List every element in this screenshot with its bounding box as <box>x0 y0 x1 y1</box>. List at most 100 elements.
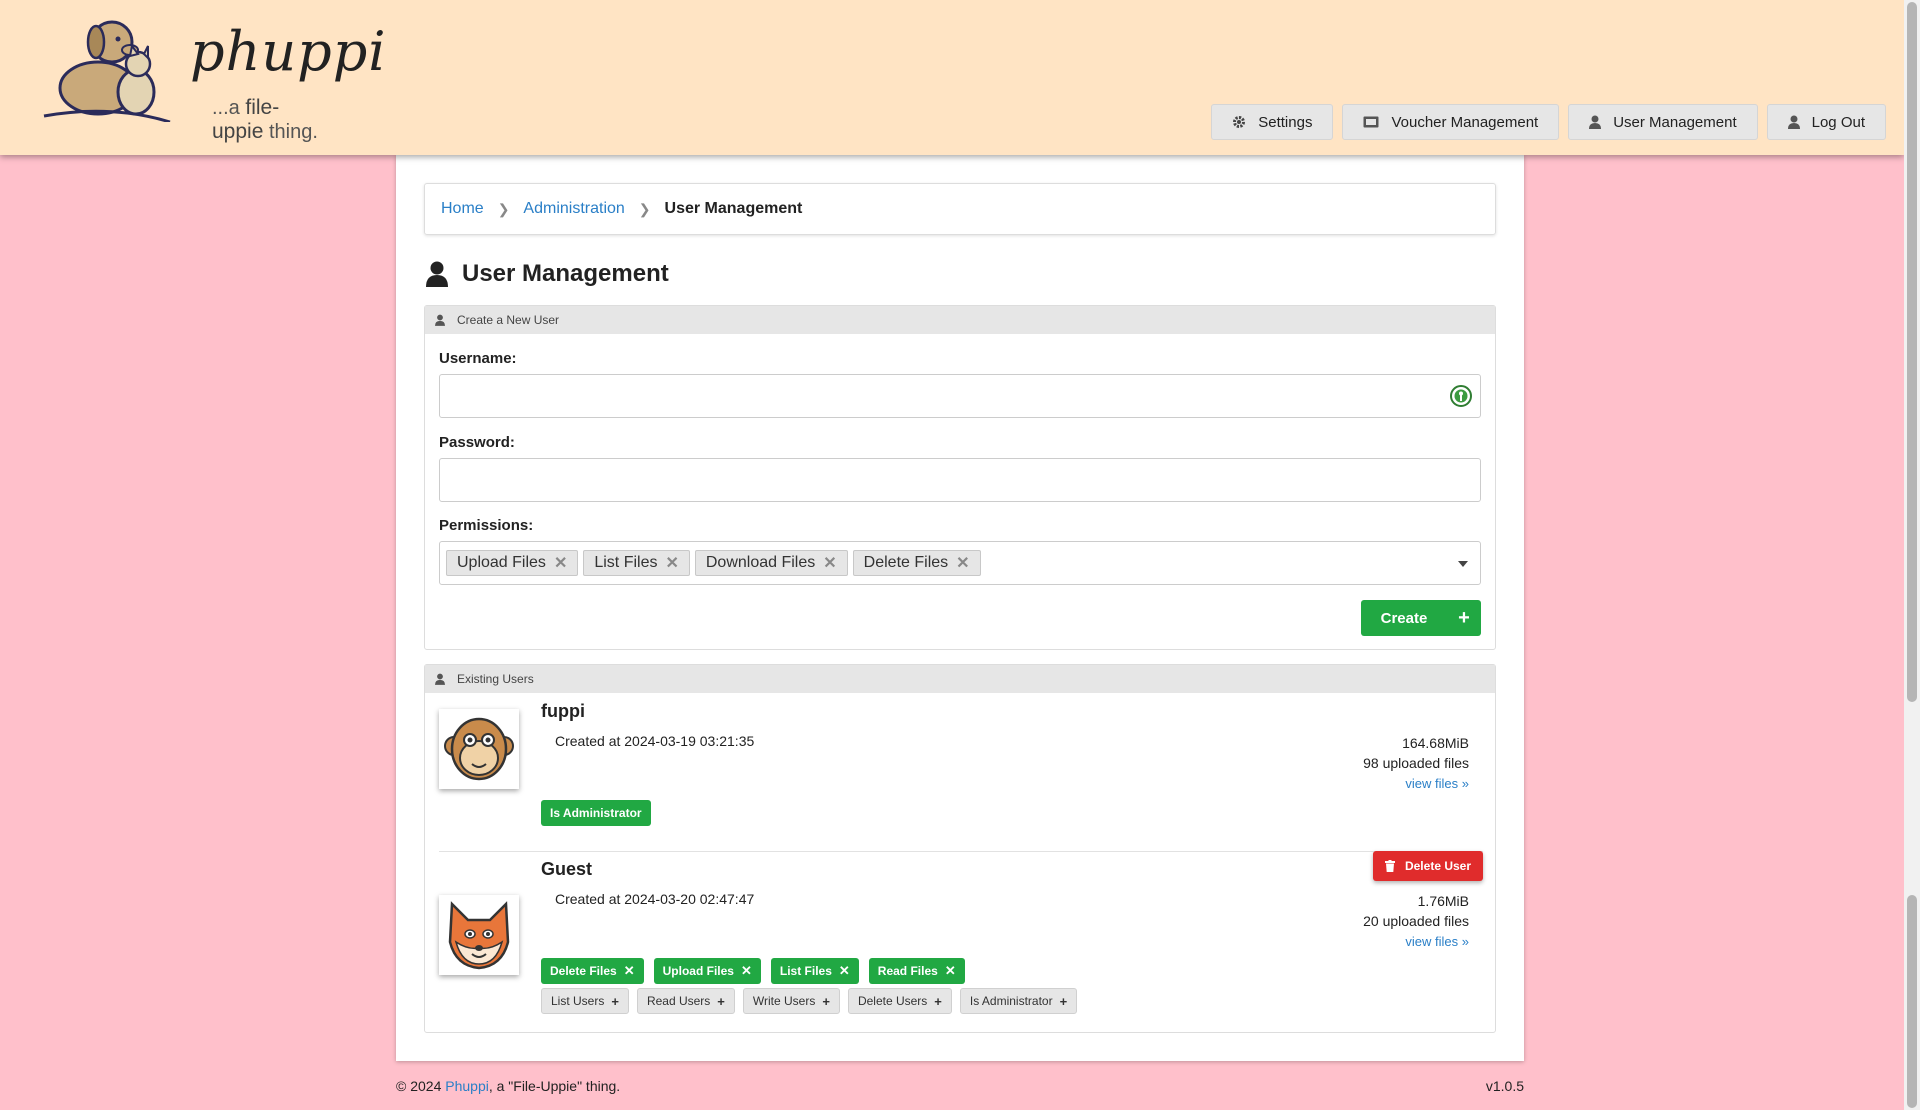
avatar <box>439 709 519 789</box>
chevron-right-icon: ❯ <box>497 200 510 217</box>
user-row: fuppi Created at 2024-03-19 03:21:35 164… <box>439 693 1483 843</box>
settings-button[interactable]: Settings <box>1211 104 1334 140</box>
user-file-count: 20 uploaded files <box>1363 913 1469 929</box>
breadcrumb-home[interactable]: Home <box>441 200 484 218</box>
permission-badge-active[interactable]: Delete Files ✕ <box>541 958 644 984</box>
gear-icon <box>1232 115 1246 129</box>
user-permissions: Is Administrator <box>541 800 651 826</box>
badge-label: Delete Files <box>550 964 617 978</box>
dog-cat-logo-icon <box>43 20 171 122</box>
breadcrumb-current: User Management <box>664 200 803 217</box>
user-row: Delete User Guest Created at 2024-03-20 … <box>439 851 1483 1026</box>
settings-label: Settings <box>1258 113 1313 131</box>
chevron-right-icon: ❯ <box>638 200 651 217</box>
remove-icon[interactable]: ✕ <box>741 963 752 979</box>
remove-icon[interactable]: ✕ <box>839 963 850 979</box>
phuppi-logo[interactable]: phuppi ...a file-uppie thing. <box>40 12 386 143</box>
delete-user-button[interactable]: Delete User <box>1373 851 1483 881</box>
user-storage-size: 164.68MiB <box>1402 735 1469 751</box>
create-user-button[interactable]: Create + <box>1361 600 1481 636</box>
top-header: phuppi ...a file-uppie thing. Settings V… <box>0 0 1904 155</box>
user-inactive-permissions: List Users + Read Users + Write Users + Del… <box>541 988 1078 1014</box>
remove-icon[interactable]: ✕ <box>665 553 678 573</box>
user-stats: 164.68MiB 98 uploaded files view files » <box>1363 733 1469 794</box>
page-scrollbar[interactable] <box>1904 0 1920 1110</box>
permission-badge-inactive[interactable]: List Users + <box>541 988 629 1014</box>
permission-badge-active[interactable]: List Files ✕ <box>770 958 859 984</box>
logout-label: Log Out <box>1811 113 1865 131</box>
user-management-button[interactable]: User Management <box>1568 104 1758 140</box>
trash-icon <box>1384 860 1395 872</box>
permission-chip[interactable]: List Files ✕ <box>583 550 690 576</box>
create-user-panel-title: Create a New User <box>457 313 560 327</box>
breadcrumb: Home ❯ Administration ❯ User Management <box>424 183 1496 235</box>
tagline-suffix: thing. <box>268 121 318 143</box>
remove-icon[interactable]: ✕ <box>823 553 836 573</box>
permission-badge-inactive[interactable]: Delete Users + <box>847 988 952 1014</box>
logo-wordmark: phuppi <box>190 20 387 83</box>
plus-icon[interactable]: + <box>1060 994 1068 1009</box>
plus-icon[interactable]: + <box>822 994 830 1009</box>
scrollbar-thumb-lower[interactable] <box>1907 895 1917 1108</box>
user-file-count: 98 uploaded files <box>1363 755 1469 771</box>
password-field[interactable] <box>439 458 1481 502</box>
caret-down-icon[interactable] <box>1458 561 1468 567</box>
user-icon <box>1589 115 1602 129</box>
footer-version: v1.0.5 <box>1485 1078 1524 1094</box>
permission-chip-label: Download Files <box>705 554 816 571</box>
plus-icon: + <box>1458 606 1470 629</box>
main-nav: Settings Voucher Management User Managem… <box>1211 104 1886 140</box>
create-button-label: Create <box>1380 609 1428 627</box>
password-input[interactable] <box>440 459 1480 501</box>
permission-badge-inactive[interactable]: Is Administrator + <box>959 988 1078 1014</box>
permission-badge-active[interactable]: Upload Files ✕ <box>653 958 761 984</box>
scrollbar-thumb[interactable] <box>1907 2 1917 702</box>
user-icon <box>1787 115 1800 129</box>
permissions-select[interactable]: Upload Files ✕ List Files ✕ Download Files… <box>439 541 1481 585</box>
view-files-link[interactable]: view files » <box>1405 776 1469 791</box>
logout-button[interactable]: Log Out <box>1766 104 1886 140</box>
remove-icon[interactable]: ✕ <box>956 553 969 573</box>
footer-brand-link[interactable]: Phuppi <box>445 1078 489 1094</box>
permission-chip-label: Upload Files <box>457 554 546 571</box>
view-files-link[interactable]: view files » <box>1405 934 1469 949</box>
remove-icon[interactable]: ✕ <box>554 553 567 573</box>
username-input[interactable] <box>440 375 1480 417</box>
create-user-panel-header: Create a New User <box>425 306 1495 334</box>
permission-badge-active[interactable]: Read Files ✕ <box>868 958 965 984</box>
plus-icon[interactable]: + <box>717 994 725 1009</box>
logo-tagline: ...a file-uppie thing. <box>212 96 330 144</box>
permission-badge-inactive[interactable]: Write Users + <box>742 988 840 1014</box>
page-title-text: User Management <box>462 260 669 287</box>
permission-chip-label: List Files <box>594 554 658 571</box>
permission-chip[interactable]: Upload Files ✕ <box>446 550 579 576</box>
breadcrumb-administration[interactable]: Administration <box>523 200 624 218</box>
badge-label: List Files <box>779 964 832 978</box>
permission-chip-label: Delete Files <box>863 554 949 571</box>
tagline-prefix: ...a <box>212 97 240 119</box>
avatar <box>439 895 519 975</box>
user-created-at: Created at 2024-03-19 03:21:35 <box>555 733 755 749</box>
password-manager-icon[interactable] <box>1450 385 1472 412</box>
plus-icon[interactable]: + <box>611 994 619 1009</box>
remove-icon[interactable]: ✕ <box>945 963 956 979</box>
user-active-permissions: Delete Files ✕ Upload Files ✕ List Files ✕ … <box>541 958 965 984</box>
permission-badge-inactive[interactable]: Read Users + <box>636 988 735 1014</box>
delete-user-label: Delete User <box>1404 859 1472 873</box>
badge-label: Upload Files <box>662 964 734 978</box>
remove-icon[interactable]: ✕ <box>624 963 635 979</box>
permission-chip[interactable]: Delete Files ✕ <box>852 550 981 576</box>
footer-copyright: © 2024 Phuppi, a "File-Uppie" thing. <box>396 1078 620 1094</box>
user-storage-size: 1.76MiB <box>1417 893 1469 909</box>
create-user-panel: Create a New User Username: Password: Pe… <box>424 305 1496 650</box>
permission-badge-active[interactable]: Is Administrator <box>541 800 651 826</box>
badge-label: Write Users <box>752 994 816 1008</box>
username-field[interactable] <box>439 374 1481 418</box>
plus-icon[interactable]: + <box>934 994 942 1009</box>
username-label: Username: <box>439 350 517 367</box>
page-title: User Management <box>426 260 669 288</box>
fox-avatar-icon <box>448 901 510 970</box>
permission-chip[interactable]: Download Files ✕ <box>694 550 848 576</box>
voucher-management-button[interactable]: Voucher Management <box>1342 104 1560 140</box>
user-icon <box>435 314 445 326</box>
